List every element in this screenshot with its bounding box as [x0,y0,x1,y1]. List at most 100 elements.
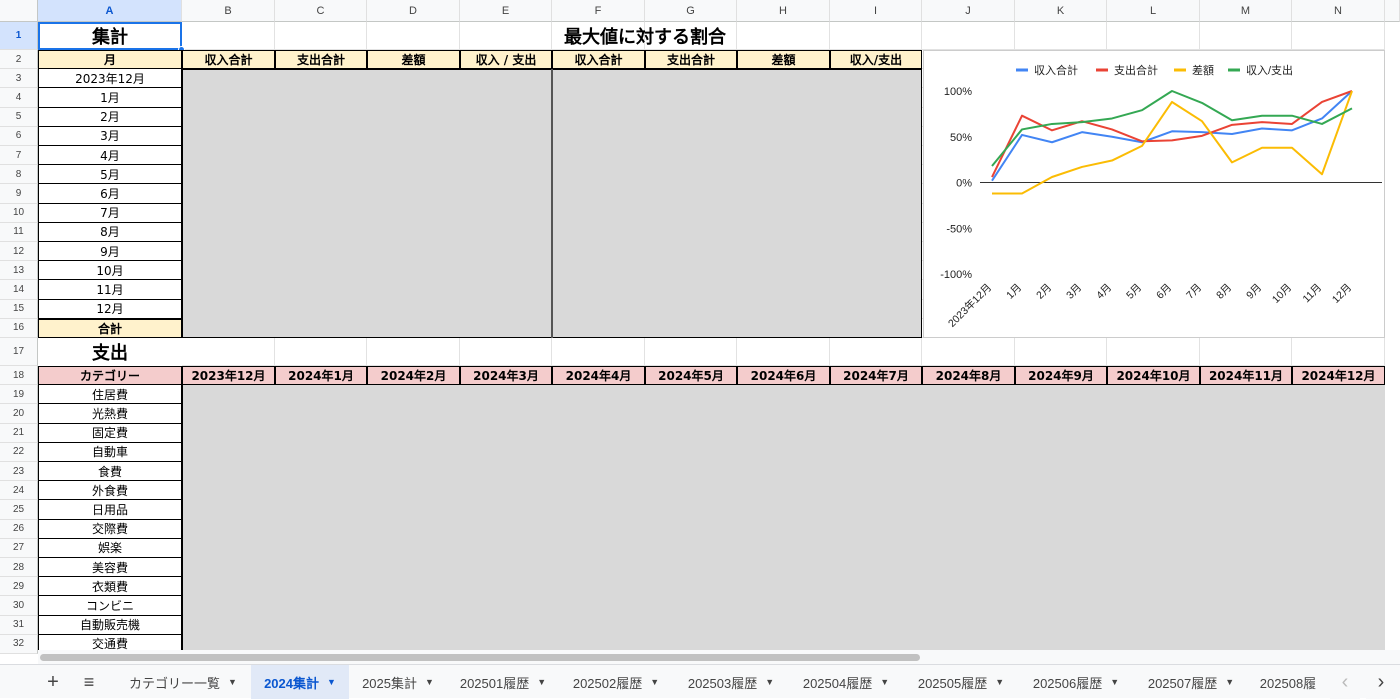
tab-menu-chevron-icon[interactable]: ▼ [327,677,336,687]
cell[interactable] [1292,338,1385,366]
expense-month-header[interactable]: 2024年1月 [275,366,367,386]
sheet-tab[interactable]: 202505履歴 ▼ [905,665,1017,699]
cell[interactable] [182,338,275,366]
column-header-i[interactable]: I [830,0,922,22]
expense-data-block[interactable] [182,385,1385,654]
row-header-30[interactable]: 30 [0,596,38,616]
column-header-c[interactable]: C [275,0,367,22]
ratio-column-header[interactable]: 収入合計 [552,50,645,70]
cell[interactable] [737,338,830,366]
ratio-column-header[interactable]: 差額 [737,50,830,70]
add-sheet-button[interactable]: + [38,665,68,699]
summary-column-header[interactable]: 支出合計 [275,50,367,70]
cell[interactable] [182,22,275,50]
summary-column-header[interactable]: 収入合計 [182,50,275,70]
column-header-b[interactable]: B [182,0,275,22]
sheet-tab[interactable]: 202503履歴 ▼ [675,665,787,699]
category-label[interactable]: 交際費 [38,519,182,539]
cell[interactable] [1200,338,1292,366]
row-header-7[interactable]: 7 [0,146,38,166]
column-header-k[interactable]: K [1015,0,1107,22]
sheet-tab[interactable]: 202502履歴 ▼ [560,665,672,699]
total-label[interactable]: 合計 [38,318,182,338]
tab-menu-chevron-icon[interactable]: ▼ [425,677,434,687]
category-label[interactable]: 美容費 [38,558,182,578]
expense-month-header[interactable]: 2024年11月 [1200,366,1292,386]
row-header-20[interactable]: 20 [0,404,38,424]
cell[interactable] [645,338,737,366]
expense-month-header[interactable]: 2024年7月 [830,366,922,386]
column-header-e[interactable]: E [460,0,552,22]
row-header-19[interactable]: 19 [0,385,38,405]
cell[interactable] [830,22,922,50]
row-header-6[interactable]: 6 [0,126,38,146]
row-header-15[interactable]: 15 [0,299,38,319]
column-header-f[interactable]: F [552,0,645,22]
expense-month-header[interactable]: 2024年5月 [645,366,737,386]
tab-menu-chevron-icon[interactable]: ▼ [995,677,1004,687]
month-label[interactable]: 12月 [38,299,182,319]
row-header-8[interactable]: 8 [0,165,38,185]
month-label[interactable]: 9月 [38,242,182,262]
row-header-29[interactable]: 29 [0,577,38,597]
summary-title[interactable]: 集計 [38,22,182,50]
cell[interactable] [1292,22,1385,50]
horizontal-scrollbar-thumb[interactable] [40,654,920,661]
cell[interactable] [367,338,460,366]
ratio-column-header[interactable]: 収入/支出 [830,50,922,70]
category-label[interactable]: 住居費 [38,385,182,405]
month-label[interactable]: 4月 [38,146,182,166]
cell[interactable] [922,22,1015,50]
expense-month-header[interactable]: 2023年12月 [182,366,275,386]
category-label[interactable]: 衣類費 [38,577,182,597]
sheet-tab[interactable]: 2024集計 ▼ [251,665,349,699]
row-header-32[interactable]: 32 [0,634,38,654]
row-header-4[interactable]: 4 [0,88,38,108]
column-header-l[interactable]: L [1107,0,1200,22]
month-label[interactable]: 2023年12月 [38,69,182,89]
sheet-tab[interactable]: 202504履歴 ▼ [790,665,902,699]
category-label[interactable]: 食費 [38,462,182,482]
sheet-tab[interactable]: 202508履 [1250,665,1326,699]
row-header-22[interactable]: 22 [0,442,38,462]
month-label[interactable]: 8月 [38,222,182,242]
row-header-25[interactable]: 25 [0,500,38,520]
sheet-tab[interactable]: 2025集計 ▼ [350,665,446,699]
row-header-14[interactable]: 14 [0,280,38,300]
column-header-g[interactable]: G [645,0,737,22]
row-header-11[interactable]: 11 [0,222,38,242]
ratio-column-header[interactable]: 支出合計 [645,50,737,70]
category-label[interactable]: 光熱費 [38,404,182,424]
month-label[interactable]: 7月 [38,203,182,223]
row-header-3[interactable]: 3 [0,69,38,89]
scroll-tabs-left-icon[interactable]: ‹ [1330,665,1360,699]
row-header-31[interactable]: 31 [0,615,38,635]
expense-month-header[interactable]: 2024年2月 [367,366,460,386]
tab-menu-chevron-icon[interactable]: ▼ [1225,677,1234,687]
cell[interactable] [1015,338,1107,366]
row-header-16[interactable]: 16 [0,318,38,338]
row-header-18[interactable]: 18 [0,366,38,386]
category-label[interactable]: 外食費 [38,481,182,501]
tab-menu-chevron-icon[interactable]: ▼ [765,677,774,687]
expense-month-header[interactable]: 2024年9月 [1015,366,1107,386]
row-header-23[interactable]: 23 [0,462,38,482]
tab-menu-chevron-icon[interactable]: ▼ [880,677,889,687]
month-label[interactable]: 2月 [38,107,182,127]
row-header-5[interactable]: 5 [0,107,38,127]
row-header-27[interactable]: 27 [0,538,38,558]
tab-menu-chevron-icon[interactable]: ▼ [228,677,237,687]
category-label[interactable]: 固定費 [38,423,182,443]
category-label[interactable]: コンビニ [38,596,182,616]
tab-menu-chevron-icon[interactable]: ▼ [1110,677,1119,687]
summary-column-header[interactable]: 差額 [367,50,460,70]
row-header-17[interactable]: 17 [0,338,38,366]
row-header-12[interactable]: 12 [0,242,38,262]
column-header-h[interactable]: H [737,0,830,22]
cell[interactable] [275,338,367,366]
category-column-header[interactable]: カテゴリー [38,366,182,386]
row-header-26[interactable]: 26 [0,519,38,539]
category-label[interactable]: 娯楽 [38,538,182,558]
cell[interactable] [1200,22,1292,50]
row-header-2[interactable]: 2 [0,50,38,70]
